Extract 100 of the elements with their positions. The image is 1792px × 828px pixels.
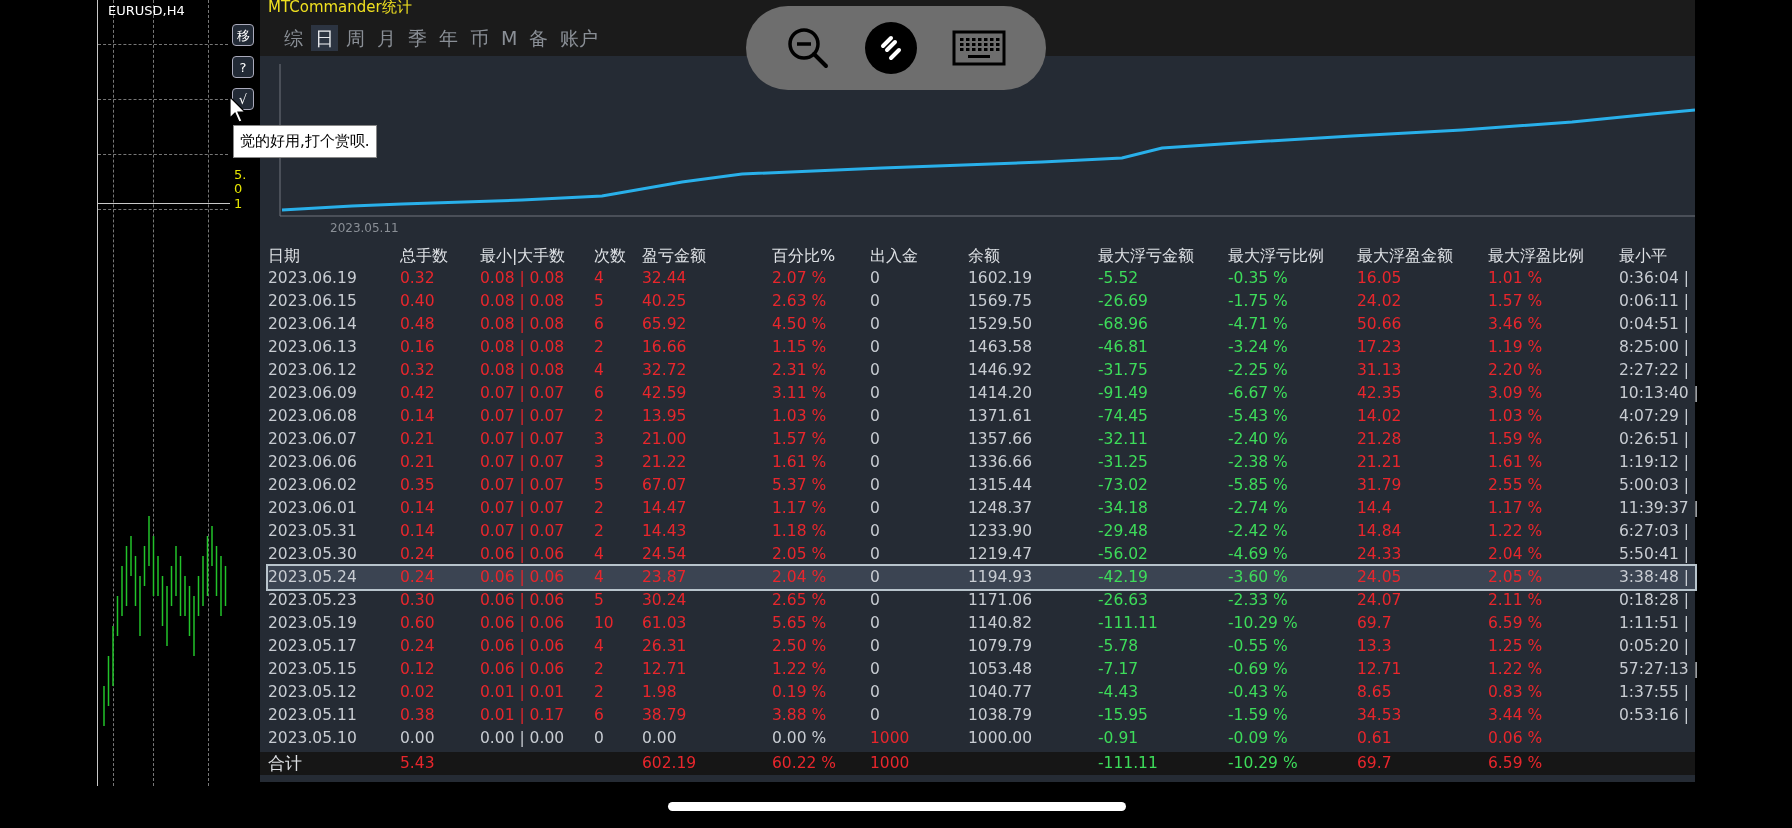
table-cell-text: 2.65 % bbox=[772, 590, 828, 611]
table-cell-text: 0.24 bbox=[400, 636, 436, 657]
table-row[interactable]: 2023.05.10 0.00 0.00 | 0.00 0 0.00 0.00 % 1000 1000.00 -0.91 -0.09 % 0.61 0.06 % bbox=[268, 727, 1695, 750]
table-row[interactable]: 2023.06.08 0.14 0.07 | 0.07 2 13.95 1.03 % 0 1371.61 -74.45 -5.43 % 14.02 1.03 % 4:07:29 | bbox=[268, 405, 1695, 428]
table-row[interactable]: 2023.06.14 0.48 0.08 | 0.08 6 65.92 4.50 % 0 1529.50 -68.96 -4.71 % 50.66 3.46 % 0:04:51 | bbox=[268, 313, 1695, 336]
table-cell-text: 0.07 | 0.07 bbox=[480, 406, 566, 427]
remote-connection-icon[interactable] bbox=[865, 22, 917, 74]
table-cell-text: 0 bbox=[870, 406, 881, 427]
table-cell-text: 1.61 % bbox=[1488, 452, 1544, 473]
table-row[interactable]: 2023.05.11 0.38 0.01 | 0.17 6 38.79 3.88 % 0 1038.79 -15.95 -1.59 % 34.53 3.44 % 0:53:16 | bbox=[268, 704, 1695, 727]
table-cell-text: 1.15 % bbox=[772, 337, 828, 358]
table-cell-text: 2023.06.09 bbox=[268, 383, 358, 404]
table-cell-text: 3:38:48 | bbox=[1619, 567, 1690, 588]
table-cell-text: -1.59 % bbox=[1228, 705, 1289, 726]
table-cell-text: 2.11 % bbox=[1488, 590, 1544, 611]
side-button[interactable]: ? bbox=[232, 56, 254, 78]
table-cell-text: -2.38 % bbox=[1228, 452, 1289, 473]
table-row[interactable]: 2023.05.15 0.12 0.06 | 0.06 2 12.71 1.22 % 0 1053.48 -7.17 -0.69 % 12.71 1.22 % 57:27:13 | bbox=[268, 658, 1695, 681]
table-cell-text: 24.05 bbox=[1357, 567, 1403, 588]
table-cell-text: 2023.05.15 bbox=[268, 659, 358, 680]
table-cell-text: 1233.90 bbox=[968, 521, 1034, 542]
table-cell-text: 6.59 % bbox=[1488, 753, 1544, 774]
table-cell-text: -1.75 % bbox=[1228, 291, 1289, 312]
table-cell-text: 5 bbox=[594, 291, 605, 312]
table-cell-text: 6:27:03 | bbox=[1619, 521, 1690, 542]
tab[interactable]: 综 bbox=[280, 25, 307, 51]
table-cell-text: -3.24 % bbox=[1228, 337, 1289, 358]
table-row[interactable]: 2023.05.24 0.24 0.06 | 0.06 4 23.87 2.04 % 0 1194.93 -42.19 -3.60 % 24.05 2.05 % 3:38:48 | bbox=[268, 566, 1695, 589]
table-cell-text: 34.53 bbox=[1357, 705, 1403, 726]
tab[interactable]: 月 bbox=[373, 25, 400, 51]
table-row[interactable]: 2023.06.12 0.32 0.08 | 0.08 4 32.72 2.31 % 0 1446.92 -31.75 -2.25 % 31.13 2.20 % 2:27:22 | bbox=[268, 359, 1695, 382]
table-cell-text: -111.11 bbox=[1098, 613, 1159, 634]
tab[interactable]: 年 bbox=[435, 25, 462, 51]
table-cell-text: -42.19 bbox=[1098, 567, 1149, 588]
table-cell-text: 24.02 bbox=[1357, 291, 1403, 312]
table-cell-text: 24.54 bbox=[642, 544, 688, 565]
table-cell-text: 40.25 bbox=[642, 291, 688, 312]
table-cell-text: 0 bbox=[870, 475, 881, 496]
table-cell-text: 4:07:29 | bbox=[1619, 406, 1690, 427]
table-cell-text: 0 bbox=[870, 314, 881, 335]
table-cell-text: 0 bbox=[870, 452, 881, 473]
table-row[interactable]: 2023.06.06 0.21 0.07 | 0.07 3 21.22 1.61 % 0 1336.66 -31.25 -2.38 % 21.21 1.61 % 1:19:12 | bbox=[268, 451, 1695, 474]
table-cell-text: 0.16 bbox=[400, 337, 436, 358]
table-row[interactable]: 2023.05.12 0.02 0.01 | 0.01 2 1.98 0.19 % 0 1040.77 -4.43 -0.43 % 8.65 0.83 % 1:37:55 | bbox=[268, 681, 1695, 704]
table-cell-text: -0.43 % bbox=[1228, 682, 1289, 703]
table-cell-text: 8:25:00 | bbox=[1619, 337, 1690, 358]
table-cell-text: -4.43 bbox=[1098, 682, 1140, 703]
table-cell-text: -31.25 bbox=[1098, 452, 1149, 473]
column-header: 最大浮亏金额 bbox=[1098, 245, 1195, 267]
table-row[interactable]: 2023.06.09 0.42 0.07 | 0.07 6 42.59 3.11 % 0 1414.20 -91.49 -6.67 % 42.35 3.09 % 10:13:40 | bbox=[268, 382, 1695, 405]
table-cell-text: 42.59 bbox=[642, 383, 688, 404]
table-row[interactable]: 2023.05.30 0.24 0.06 | 0.06 4 24.54 2.05 % 0 1219.47 -56.02 -4.69 % 24.33 2.04 % 5:50:41 | bbox=[268, 543, 1695, 566]
table-row[interactable]: 2023.06.19 0.32 0.08 | 0.08 4 32.44 2.07 % 0 1602.19 -5.52 -0.35 % 16.05 1.01 % 0:36:04 | bbox=[268, 267, 1695, 290]
table-cell-text: 0 bbox=[870, 590, 881, 611]
table-cell-text: 1.22 % bbox=[772, 659, 828, 680]
tab[interactable]: M bbox=[497, 25, 522, 51]
tab[interactable]: 备 bbox=[525, 25, 553, 51]
price-label: 5.01 bbox=[234, 168, 247, 211]
table-row[interactable]: 2023.06.15 0.40 0.08 | 0.08 5 40.25 2.63 % 0 1569.75 -26.69 -1.75 % 24.02 1.57 % 0:06:11 | bbox=[268, 290, 1695, 313]
table-cell-text: 14.84 bbox=[1357, 521, 1403, 542]
table-cell-text: 0.02 bbox=[400, 682, 436, 703]
table-row[interactable]: 2023.05.31 0.14 0.07 | 0.07 2 14.43 1.18 % 0 1233.90 -29.48 -2.42 % 14.84 1.22 % 6:27:03 | bbox=[268, 520, 1695, 543]
table-cell-text: 6 bbox=[594, 383, 605, 404]
tab[interactable]: 季 bbox=[404, 25, 431, 51]
table-row[interactable]: 2023.05.17 0.24 0.06 | 0.06 4 26.31 2.50 % 0 1079.79 -5.78 -0.55 % 13.3 1.25 % 0:05:20 | bbox=[268, 635, 1695, 658]
table-row[interactable]: 2023.06.07 0.21 0.07 | 0.07 3 21.00 1.57 % 0 1357.66 -32.11 -2.40 % 21.28 1.59 % 0:26:51 | bbox=[268, 428, 1695, 451]
table-cell-text: 6.59 % bbox=[1488, 613, 1544, 634]
tooltip: 觉的好用,打个赏呗. bbox=[233, 125, 377, 158]
table-cell-text: 1569.75 bbox=[968, 291, 1034, 312]
table-row[interactable]: 2023.06.01 0.14 0.07 | 0.07 2 14.47 1.17 % 0 1248.37 -34.18 -2.74 % 14.4 1.17 % 11:39:37 | bbox=[268, 497, 1695, 520]
table-cell-text: 0.35 bbox=[400, 475, 436, 496]
tab[interactable]: 周 bbox=[342, 25, 369, 51]
tab[interactable]: 币 bbox=[466, 25, 493, 51]
table-cell-text: -0.55 % bbox=[1228, 636, 1289, 657]
table-cell-text: 0.06 | 0.06 bbox=[480, 659, 566, 680]
table-cell-text: 23.87 bbox=[642, 567, 688, 588]
table-cell-text: 1.01 % bbox=[1488, 268, 1544, 289]
table-row[interactable]: 2023.05.19 0.60 0.06 | 0.06 10 61.03 5.65 % 0 1140.82 -111.11 -10.29 % 69.7 6.59 % 1:11:51 | bbox=[268, 612, 1695, 635]
table-row[interactable]: 2023.06.13 0.16 0.08 | 0.08 2 16.66 1.15 % 0 1463.58 -46.81 -3.24 % 17.23 1.19 % 8:25:00 | bbox=[268, 336, 1695, 359]
table-row[interactable]: 2023.05.23 0.30 0.06 | 0.06 5 30.24 2.65 % 0 1171.06 -26.63 -2.33 % 24.07 2.11 % 0:18:28 | bbox=[268, 589, 1695, 612]
side-button[interactable]: 移 bbox=[232, 24, 254, 46]
table-cell-text: 69.7 bbox=[1357, 613, 1393, 634]
table-cell-text: 14.47 bbox=[642, 498, 688, 519]
tab[interactable]: 日 bbox=[311, 25, 338, 51]
table-cell-text: 0.01 | 0.17 bbox=[480, 705, 566, 726]
table-cell-text: 0.60 bbox=[400, 613, 436, 634]
table-cell-text: 0.08 | 0.08 bbox=[480, 268, 566, 289]
table-cell-text: 1:11:51 | bbox=[1619, 613, 1690, 634]
table-cell-text: 21.00 bbox=[642, 429, 688, 450]
table-row[interactable]: 2023.06.02 0.35 0.07 | 0.07 5 67.07 5.37 % 0 1315.44 -73.02 -5.85 % 31.79 2.55 % 5:00:03 | bbox=[268, 474, 1695, 497]
keyboard-icon[interactable] bbox=[952, 30, 1007, 66]
table-cell-text: 4 bbox=[594, 360, 605, 381]
table-cell-text: -31.75 bbox=[1098, 360, 1149, 381]
table-cell-text: 0.06 % bbox=[1488, 728, 1544, 749]
table-cell-text: 2.55 % bbox=[1488, 475, 1544, 496]
tab[interactable]: 账户 bbox=[556, 25, 603, 51]
table-cell-text: 0.40 bbox=[400, 291, 436, 312]
table-cell-text: 67.07 bbox=[642, 475, 688, 496]
table-cell-text: 16.05 bbox=[1357, 268, 1403, 289]
zoom-out-icon[interactable] bbox=[785, 26, 830, 70]
